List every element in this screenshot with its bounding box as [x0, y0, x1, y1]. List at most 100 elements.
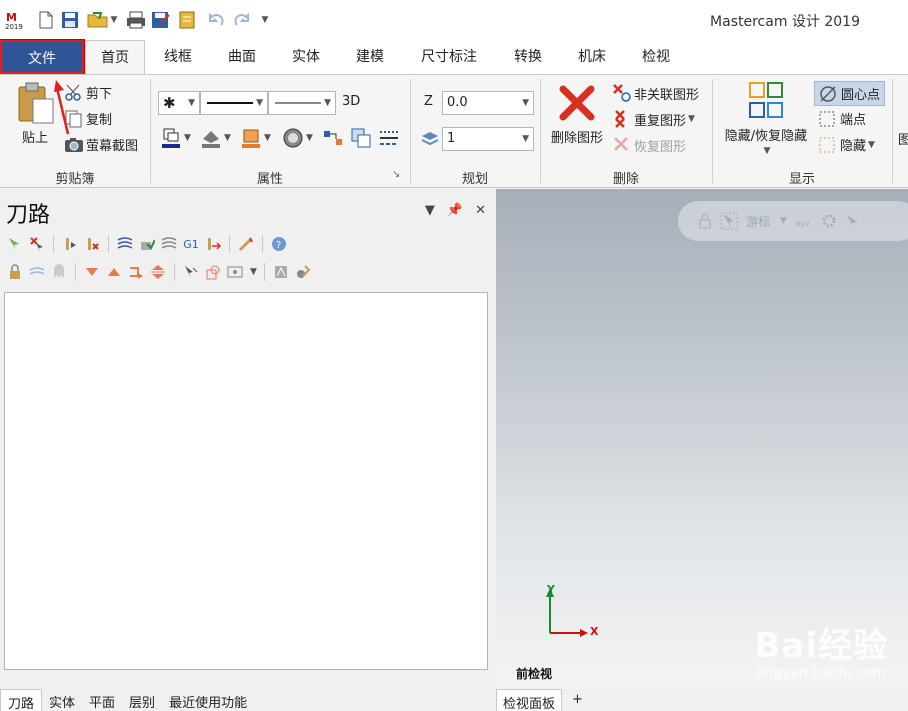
- tab-transform[interactable]: 转换: [500, 40, 556, 74]
- endpoints-toggle[interactable]: 端点: [818, 109, 866, 128]
- arc-center-icon: [820, 85, 836, 102]
- set-all-button[interactable]: [322, 127, 344, 149]
- properties-icon[interactable]: [176, 9, 198, 31]
- tab-toolpaths[interactable]: 刀路: [0, 689, 43, 711]
- verify-icon[interactable]: [138, 235, 156, 253]
- camera-icon: [65, 137, 83, 152]
- move-down-icon[interactable]: [83, 263, 101, 281]
- graphics-viewport[interactable]: 游标 ▼ xyz Y X 前检视 Bai经验 jingyan.baidu.com: [496, 189, 908, 689]
- scroll-insert-icon[interactable]: [149, 263, 167, 281]
- screenshot-button[interactable]: 萤幕截图: [64, 135, 138, 154]
- view-name-label: 前检视: [516, 667, 553, 681]
- clear-colors-button[interactable]: [350, 127, 372, 149]
- tab-home[interactable]: 首页: [85, 40, 145, 75]
- solid-color-button[interactable]: ▼: [240, 127, 271, 149]
- 3d-toggle[interactable]: 3D: [342, 94, 360, 109]
- toggle-display-icon[interactable]: [28, 263, 46, 281]
- open-folder-icon[interactable]: ▼: [86, 9, 118, 31]
- axis-x-label: X: [590, 625, 599, 638]
- line-style-dropdown[interactable]: ▼: [200, 91, 268, 115]
- tab-recent-functions[interactable]: 最近使用功能: [162, 689, 254, 711]
- undo-icon[interactable]: [206, 9, 226, 31]
- redo-icon[interactable]: [232, 9, 252, 31]
- select-arrow-icon[interactable]: [845, 213, 859, 229]
- lock-icon[interactable]: [6, 263, 24, 281]
- lock-icon[interactable]: [698, 213, 712, 229]
- tab-planes[interactable]: 平面: [82, 689, 122, 711]
- save-as-icon[interactable]: [150, 9, 172, 31]
- xyz-icon[interactable]: xyz: [795, 212, 813, 230]
- duplicate-entities-button[interactable]: 重复图形 ▼: [612, 109, 695, 129]
- toolpaths-panel: 刀路 ▼ 📌 ✕ G1 ? ▼ 刀路 实体 平面 层别 最近使用功能: [0, 189, 496, 711]
- delete-x-icon: [559, 85, 595, 121]
- tab-view[interactable]: 检视: [628, 40, 684, 74]
- arc-center-toggle[interactable]: 圆心点: [814, 81, 886, 106]
- tool-manager-icon[interactable]: [237, 235, 255, 253]
- solid-color-icon: [242, 129, 260, 148]
- point-style-dropdown[interactable]: ✱ ▼: [158, 91, 200, 115]
- tab-solids[interactable]: 实体: [278, 40, 334, 74]
- tab-modeling[interactable]: 建模: [342, 40, 398, 74]
- tab-file[interactable]: 文件: [0, 39, 85, 75]
- select-all-icon[interactable]: [6, 235, 24, 253]
- watermark-logo: Bai经验: [754, 626, 888, 666]
- autocursor-label[interactable]: 游标: [746, 213, 770, 230]
- tab-machine[interactable]: 机床: [564, 40, 620, 74]
- toolpath-tree[interactable]: [4, 292, 488, 670]
- simulate-icon[interactable]: [160, 235, 178, 253]
- move-up-icon[interactable]: [105, 263, 123, 281]
- tab-viewsheet[interactable]: 检视面板: [496, 689, 563, 711]
- wireframe-color-button[interactable]: ▼: [160, 127, 191, 149]
- save-icon[interactable]: [60, 9, 80, 31]
- options-dropdown-icon[interactable]: ▼: [250, 267, 257, 277]
- attribute-manager-button[interactable]: [378, 127, 400, 149]
- levels-icon: [420, 129, 440, 149]
- svg-text:xyz: xyz: [796, 219, 810, 228]
- ribbon-tabs: 文件 首页 线框 曲面 实体 建模 尺寸标注 转换 机床 检视: [0, 39, 908, 75]
- customize-quick-access-icon[interactable]: ▼: [258, 9, 272, 31]
- insert-arrow-icon[interactable]: [127, 263, 145, 281]
- z-depth-input[interactable]: 0.0 ▼: [442, 91, 534, 115]
- dialog-launcher-icon[interactable]: ↘: [392, 169, 400, 180]
- high-feed-icon[interactable]: [204, 235, 222, 253]
- tab-levels[interactable]: 层别: [122, 689, 162, 711]
- help-icon[interactable]: ?: [270, 235, 288, 253]
- print-icon[interactable]: [126, 9, 146, 31]
- hide-unhide-button[interactable]: 隐藏/恢复隐藏 ▼: [720, 81, 812, 156]
- duplicate-x-icon: [615, 110, 625, 128]
- deselect-icon[interactable]: [28, 235, 46, 253]
- tab-dimension[interactable]: 尺寸标注: [408, 40, 490, 74]
- hide-button[interactable]: 隐藏 ▼: [818, 135, 875, 154]
- surface-color-button[interactable]: ▼: [200, 127, 231, 149]
- tab-surfaces[interactable]: 曲面: [214, 40, 270, 74]
- cursor-autocursor-icon[interactable]: [720, 212, 738, 230]
- unzip-non-assoc-button[interactable]: 非关联图形: [612, 83, 699, 103]
- tab-solids-manager[interactable]: 实体: [42, 689, 82, 711]
- post-g1-icon[interactable]: G1: [182, 235, 200, 253]
- regenerate-all-icon[interactable]: [61, 235, 79, 253]
- mastercam-logo[interactable]: M 2019: [4, 9, 26, 31]
- panel-menu-icon[interactable]: ▼: [425, 203, 435, 218]
- single-select-icon[interactable]: [182, 263, 200, 281]
- panel-title: 刀路: [6, 203, 51, 228]
- line-width-dropdown[interactable]: ▼: [268, 91, 336, 115]
- toggle-posting-icon[interactable]: [50, 263, 68, 281]
- new-file-icon[interactable]: [36, 9, 56, 31]
- material-button[interactable]: ▼: [282, 127, 313, 149]
- options-icon[interactable]: [226, 263, 244, 281]
- pin-icon[interactable]: 📌: [447, 203, 463, 218]
- endpoints-label: 端点: [840, 113, 867, 128]
- tab-wireframe[interactable]: 线框: [150, 40, 206, 74]
- gear-icon[interactable]: [821, 213, 837, 229]
- copy-toolpath-icon[interactable]: [204, 263, 222, 281]
- level-input[interactable]: 1 ▼: [442, 127, 534, 151]
- close-icon[interactable]: ✕: [475, 203, 486, 218]
- backplot-icon[interactable]: [116, 235, 134, 253]
- delete-entities-button[interactable]: 删除图形: [547, 85, 607, 146]
- shading-icon[interactable]: [294, 263, 312, 281]
- toolpath-filter-icon[interactable]: [272, 263, 290, 281]
- add-viewsheet-button[interactable]: +: [562, 689, 589, 711]
- regenerate-dirty-icon[interactable]: [83, 235, 101, 253]
- overflow-group-label[interactable]: 图: [898, 129, 908, 148]
- undelete-button[interactable]: 恢复图形: [612, 135, 686, 155]
